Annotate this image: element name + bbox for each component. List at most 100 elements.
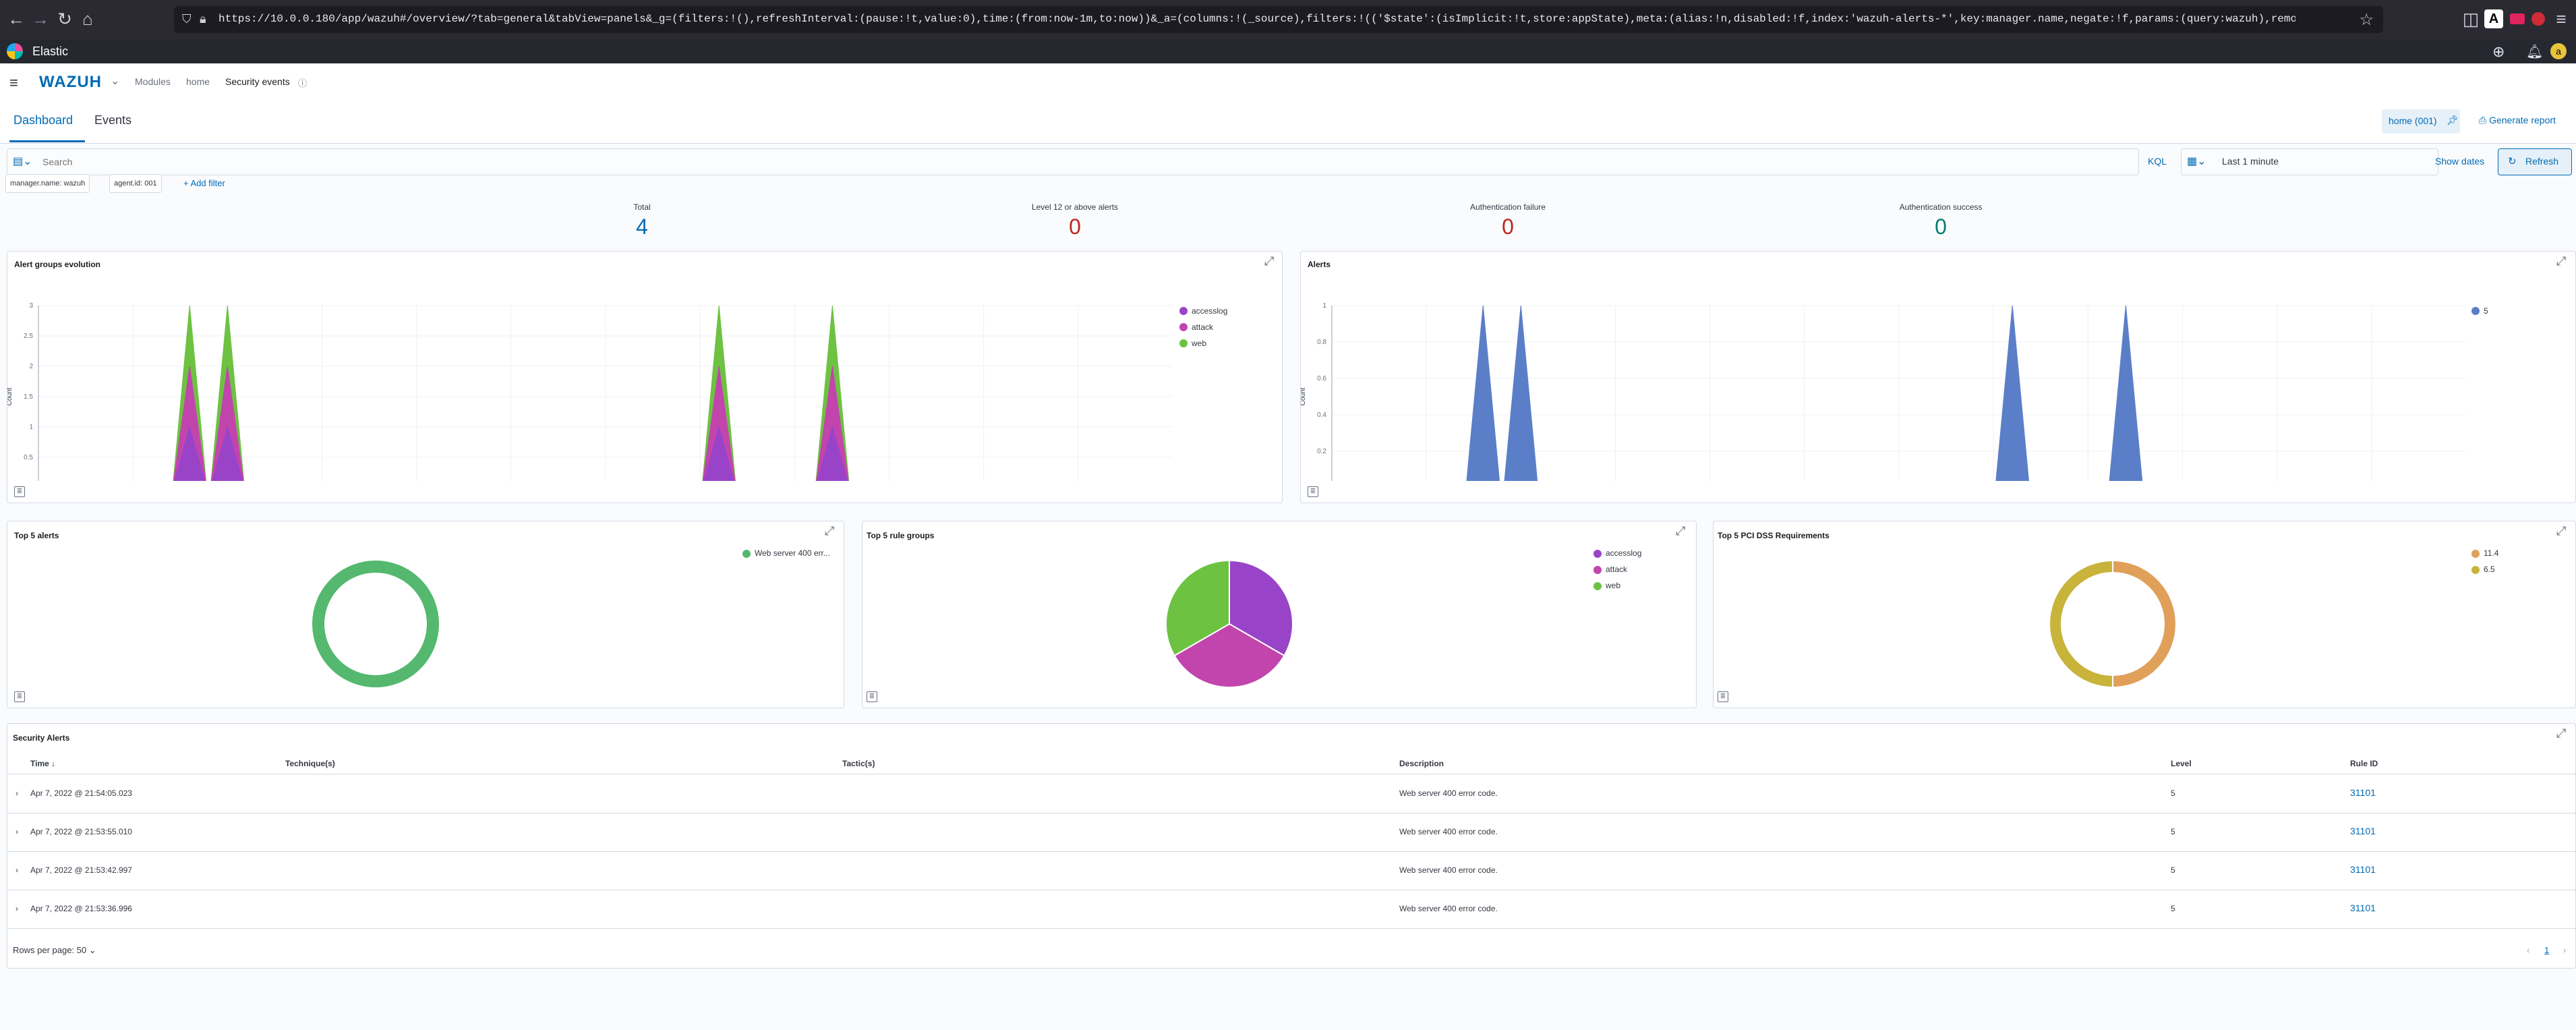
cell-description: Web server 400 error code. xyxy=(1399,827,1498,836)
table-row[interactable]: › Apr 7, 2022 @ 21:53:55.010 Web server 40… xyxy=(7,813,2575,852)
alerts-panel: Alerts ⤢ 21:53:0021:53:0521:53:1021:53:1… xyxy=(1300,251,2576,503)
saved-query-icon[interactable]: ▤⌄ xyxy=(13,154,32,168)
legend-toggle-icon[interactable]: ≣ xyxy=(867,691,877,702)
legend-toggle-icon[interactable]: ≣ xyxy=(1308,486,1318,497)
avatar[interactable]: a xyxy=(2550,43,2567,59)
legend-label: attack xyxy=(1606,565,1628,574)
panel-title: Security Alerts xyxy=(13,733,70,743)
add-filter-button[interactable]: + Add filter xyxy=(183,178,225,188)
metric-value[interactable]: 0 xyxy=(967,214,1183,239)
y-tick-label: 0.4 xyxy=(1317,411,1326,419)
legend-item[interactable]: accesslog xyxy=(1593,548,1641,565)
filter-pill-manager[interactable]: manager.name: wazuh xyxy=(5,174,90,193)
expand-row-icon[interactable]: › xyxy=(16,904,18,913)
extension-icon[interactable]: A xyxy=(2484,9,2503,28)
generate-report-button[interactable]: ⎙ Generate report xyxy=(2479,115,2556,126)
home-icon[interactable]: ⌂ xyxy=(78,9,97,28)
pocket-icon[interactable]: ◫ xyxy=(2461,9,2480,28)
tab-bar: Dashboard Events home (001) 📌︎ ⎙ Generat… xyxy=(0,103,2576,144)
y-tick-label: 2.5 xyxy=(24,333,33,340)
table-row[interactable]: › Apr 7, 2022 @ 21:53:36.996 Web server 40… xyxy=(7,890,2575,929)
search-input[interactable] xyxy=(41,152,2067,172)
breadcrumb-modules[interactable]: Modules xyxy=(135,76,171,87)
y-tick-label: 1 xyxy=(29,424,33,431)
calendar-icon[interactable]: ▦⌄ xyxy=(2187,154,2206,168)
legend-item[interactable]: web xyxy=(1593,581,1620,597)
browser-toolbar: ← → ↻ ⌂ ⛉ 🔒︎ https://10.0.0.180/app/wazu… xyxy=(0,0,2576,39)
legend-item[interactable]: Web server 400 err... xyxy=(742,548,830,565)
menu-icon[interactable]: ≡ xyxy=(2552,9,2571,28)
metric-label: Authentication failure xyxy=(1469,202,1546,212)
pagination-prev-icon[interactable]: ‹ xyxy=(2527,945,2529,955)
cell-level: 5 xyxy=(2171,904,2175,913)
legend-toggle-icon[interactable]: ≣ xyxy=(14,691,25,702)
shield-icon: ⛉ xyxy=(182,12,192,26)
filter-pill-agent[interactable]: agent.id: 001 xyxy=(109,174,162,193)
back-icon[interactable]: ← xyxy=(7,9,26,28)
tab-dashboard[interactable]: Dashboard xyxy=(13,113,73,127)
cell-rule-id[interactable]: 31101 xyxy=(2350,864,2376,875)
y-tick-label: 0.6 xyxy=(1317,375,1326,382)
expand-row-icon[interactable]: › xyxy=(16,827,18,836)
column-header-time[interactable]: Time ↓ xyxy=(30,759,55,768)
kql-toggle[interactable]: KQL xyxy=(2148,156,2167,167)
cell-level: 5 xyxy=(2171,865,2175,875)
lock-icon: 🔒︎ xyxy=(200,12,206,26)
expand-icon[interactable]: ⤢ xyxy=(2556,254,2566,268)
reload-icon[interactable]: ↻ xyxy=(55,9,74,28)
breadcrumb-home[interactable]: home xyxy=(186,76,210,87)
cell-rule-id[interactable]: 31101 xyxy=(2350,787,2376,798)
chevron-down-icon[interactable]: ⌄ xyxy=(111,74,119,88)
pagination-next-icon[interactable]: › xyxy=(2563,945,2566,955)
wazuh-logo[interactable]: WAZUH xyxy=(39,73,102,92)
legend-label: web xyxy=(1191,339,1206,348)
tab-events[interactable]: Events xyxy=(94,113,131,127)
legend-dot xyxy=(1593,549,1602,558)
forward-icon[interactable]: → xyxy=(31,9,50,28)
expand-icon[interactable]: ⤢ xyxy=(1264,254,1274,268)
pin-icon[interactable]: 📌︎ xyxy=(2447,115,2459,126)
table-row[interactable]: › Apr 7, 2022 @ 21:53:42.997 Web server 40… xyxy=(7,852,2575,890)
chevron-down-icon: ⌄ xyxy=(88,945,96,955)
alert-groups-chart: 21:53:0021:53:0521:53:1021:53:1521:53:20… xyxy=(7,302,1227,481)
pagination-page[interactable]: 1 xyxy=(2544,945,2549,955)
column-header-level[interactable]: Level xyxy=(2171,759,2192,768)
metric-label: Level 12 or above alerts xyxy=(1031,202,1119,212)
hamburger-menu-icon[interactable]: ≡ xyxy=(9,74,18,92)
metric-value[interactable]: 0 xyxy=(1833,214,2049,239)
cell-rule-id[interactable]: 31101 xyxy=(2350,903,2376,913)
expand-row-icon[interactable]: › xyxy=(16,789,18,798)
column-header-description[interactable]: Description xyxy=(1399,759,1444,768)
legend-item[interactable]: 6.5 xyxy=(2471,565,2495,581)
legend-item[interactable]: attack xyxy=(1593,565,1627,581)
table-row[interactable]: › Apr 7, 2022 @ 21:54:05.023 Web server 40… xyxy=(7,775,2575,813)
help-icon[interactable]: ⊕ xyxy=(2492,43,2505,61)
date-picker[interactable]: ▦⌄ Last 1 minute Show dates xyxy=(2181,148,2484,175)
elastic-logo-icon[interactable] xyxy=(7,43,23,59)
legend-toggle-icon[interactable]: ≣ xyxy=(1718,691,1728,702)
extension-round-icon[interactable] xyxy=(2531,12,2545,26)
legend-item[interactable]: 11.4 xyxy=(2471,548,2498,565)
cell-description: Web server 400 error code. xyxy=(1399,904,1498,913)
active-tab-indicator xyxy=(9,140,85,142)
agent-badge[interactable]: home (001) 📌︎ xyxy=(2382,109,2460,134)
cell-rule-id[interactable]: 31101 xyxy=(2350,826,2376,836)
expand-icon[interactable]: ⤢ xyxy=(2556,726,2566,741)
column-header-rule-id[interactable]: Rule ID xyxy=(2350,759,2378,768)
rows-per-page-select[interactable]: Rows per page: 50 ⌄ xyxy=(13,945,96,956)
legend-toggle-icon[interactable]: ≣ xyxy=(14,486,25,497)
table-header: Time ↓ Technique(s) Tactic(s) Descriptio… xyxy=(7,753,2575,774)
column-header-techniques[interactable]: Technique(s) xyxy=(285,759,335,768)
info-icon[interactable]: ⓘ xyxy=(298,76,307,89)
breadcrumb-current: Security events xyxy=(225,76,290,87)
url-bar[interactable]: ⛉ 🔒︎ https://10.0.0.180/app/wazuh#/overv… xyxy=(174,6,2383,33)
refresh-button[interactable]: ↻ Refresh xyxy=(2498,148,2572,175)
metric-value[interactable]: 0 xyxy=(1400,214,1616,239)
notifications-icon[interactable]: 🔔︎ xyxy=(2526,43,2543,60)
metric-value[interactable]: 4 xyxy=(534,214,750,239)
bookmark-star-icon[interactable]: ☆ xyxy=(2359,10,2374,30)
expand-row-icon[interactable]: › xyxy=(16,865,18,875)
column-header-tactics[interactable]: Tactic(s) xyxy=(842,759,875,768)
show-dates-link[interactable]: Show dates xyxy=(2435,156,2484,167)
extension-red-icon[interactable] xyxy=(2510,13,2525,24)
